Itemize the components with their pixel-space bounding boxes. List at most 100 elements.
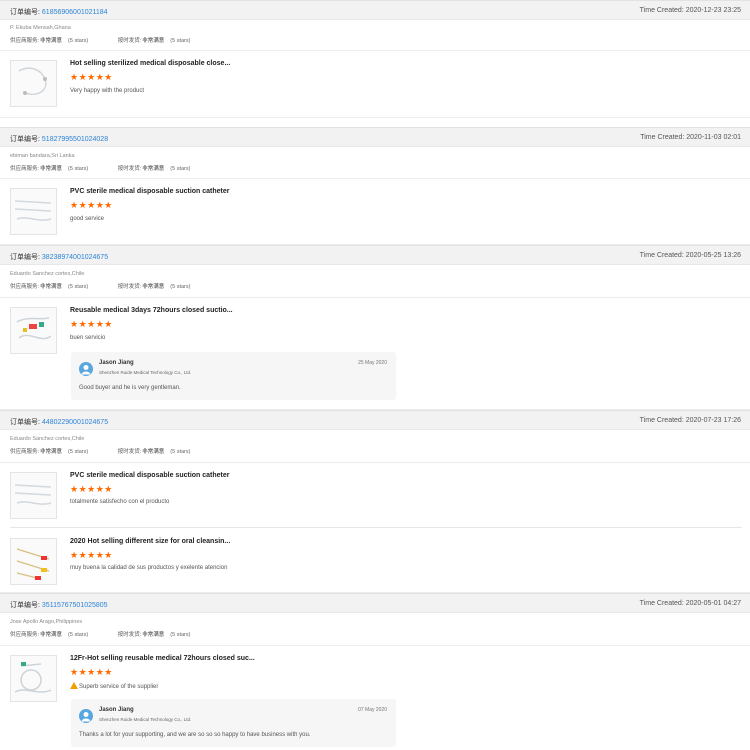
rating-summary: 供应商服务:非常满意 (5 stars) 按时发货:非常满意 (5 stars) — [10, 630, 190, 638]
order-number-label: 订单编号: — [10, 419, 40, 426]
order-number-row: 订单编号: 35115767501025805 — [10, 600, 108, 610]
warning-icon — [70, 682, 78, 689]
reply-author: Jason Jiang — [99, 707, 134, 713]
on-time-stars: (5 stars) — [170, 38, 191, 44]
divider — [10, 527, 742, 528]
supplier-service-value: 非常满意 — [40, 38, 63, 44]
supplier-service-value: 非常满意 — [40, 449, 63, 455]
order-header: 订单编号: 51827995501024028 Time Created: 20… — [0, 127, 750, 147]
product-image-icon[interactable] — [10, 472, 57, 519]
product-title-link[interactable]: PVC sterile medical disposable suction c… — [70, 472, 230, 479]
reply-text: Thanks a lot for your supporting, and we… — [79, 732, 311, 738]
review-comment: muy buena la calidad de sus productos y … — [70, 565, 228, 571]
on-time-stars: (5 stars) — [170, 166, 191, 172]
order-header: 订单编号: 61856906001021184 Time Created: 20… — [0, 0, 750, 20]
review-comment: Superb service of the supplier — [70, 682, 158, 690]
buyer-info: ebiman bandara,Sri Lanka — [10, 153, 75, 159]
order-number-row: 订单编号: 44802290001024675 — [10, 417, 108, 427]
avatar — [79, 709, 93, 723]
on-time-label: 按时发货: — [117, 166, 142, 172]
supplier-service-stars: (5 stars) — [68, 284, 89, 290]
on-time-label: 按时发货: — [117, 632, 142, 638]
order-number-link[interactable]: 51827995501024028 — [42, 136, 108, 143]
reply-date: 25 May 2020 — [358, 360, 387, 366]
order-number-label: 订单编号: — [10, 254, 40, 261]
buyer-info: Jose Apollo Arago,Philippines — [10, 619, 83, 625]
divider — [0, 645, 750, 646]
reply-author: Jason Jiang — [99, 360, 134, 366]
supplier-reply: Jason Jiang Shenzhen Ruide Medical Techn… — [71, 699, 396, 747]
supplier-service-label: 供应商服务: — [10, 38, 40, 44]
supplier-reply: Jason Jiang Shenzhen Ruide Medical Techn… — [71, 352, 396, 400]
order-number-row: 订单编号: 61856906001021184 — [10, 7, 108, 17]
product-title-link[interactable]: Hot selling sterilized medical disposabl… — [70, 60, 230, 67]
review-comment-text: Superb service of the supplier — [79, 684, 159, 690]
supplier-service-label: 供应商服务: — [10, 449, 40, 455]
order-number-link[interactable]: 38238974001024675 — [42, 254, 108, 261]
product-title-link[interactable]: Reusable medical 3days 72hours closed su… — [70, 307, 233, 314]
review-comment: good service — [70, 216, 105, 222]
time-created-value: 2020-05-25 13:26 — [685, 252, 741, 259]
order-number-row: 订单编号: 51827995501024028 — [10, 134, 108, 144]
order-number-link[interactable]: 44802290001024675 — [42, 419, 108, 426]
on-time-label: 按时发货: — [117, 449, 142, 455]
on-time-value: 非常满意 — [142, 449, 165, 455]
product-image-icon[interactable] — [10, 307, 57, 354]
on-time-value: 非常满意 — [142, 632, 165, 638]
review-comment: totalmente satisfecho con el producto — [70, 499, 170, 505]
reply-company: Shenzhen Ruide Medical Technology Co., L… — [99, 370, 192, 375]
product-rating-stars: ★★★★★ — [70, 550, 113, 560]
product-image-icon[interactable] — [10, 188, 57, 235]
rating-summary: 供应商服务:非常满意 (5 stars) 按时发货:非常满意 (5 stars) — [10, 36, 190, 44]
supplier-service-value: 非常满意 — [40, 632, 63, 638]
review-comment: Very happy with the product — [70, 88, 145, 94]
on-time-stars: (5 stars) — [170, 449, 191, 455]
order-number-label: 订单编号: — [10, 136, 40, 143]
on-time-value: 非常满意 — [142, 284, 165, 290]
supplier-service-stars: (5 stars) — [68, 166, 89, 172]
on-time-value: 非常满意 — [142, 166, 165, 172]
buyer-info: Eduardo Sanchez cortes,Chile — [10, 271, 85, 277]
on-time-value: 非常满意 — [142, 38, 165, 44]
supplier-service-label: 供应商服务: — [10, 284, 40, 290]
rating-summary: 供应商服务:非常满意 (5 stars) 按时发货:非常满意 (5 stars) — [10, 447, 190, 455]
divider — [0, 462, 750, 463]
time-created: Time Created: 2020-05-01 04:27 — [640, 600, 741, 607]
time-created-value: 2020-05-01 04:27 — [685, 600, 741, 607]
product-title-link[interactable]: 12Fr-Hot selling reusable medical 72hour… — [70, 655, 255, 662]
product-title-link[interactable]: PVC sterile medical disposable suction c… — [70, 188, 230, 195]
supplier-service-label: 供应商服务: — [10, 166, 40, 172]
order-number-label: 订单编号: — [10, 9, 40, 16]
time-created-value: 2020-11-03 02:01 — [686, 134, 741, 141]
reply-company: Shenzhen Ruide Medical Technology Co., L… — [99, 717, 192, 722]
reply-text: Good buyer and he is very gentleman. — [79, 385, 181, 391]
product-rating-stars: ★★★★★ — [70, 319, 113, 329]
product-title-link[interactable]: 2020 Hot selling different size for oral… — [70, 538, 230, 545]
product-image-icon[interactable] — [10, 60, 57, 107]
time-created: Time Created: 2020-12-23 23:25 — [640, 7, 741, 14]
supplier-service-stars: (5 stars) — [68, 632, 89, 638]
product-image-icon[interactable] — [10, 538, 57, 585]
order-number-row: 订单编号: 38238974001024675 — [10, 252, 108, 262]
on-time-stars: (5 stars) — [170, 284, 191, 290]
order-number-link[interactable]: 61856906001021184 — [42, 9, 108, 16]
time-created-value: 2020-12-23 23:25 — [685, 7, 741, 14]
buyer-info: P. Ekuba Mensah,Ghana — [10, 25, 71, 31]
time-created-label: Time Created: — [640, 134, 685, 141]
product-image-icon[interactable] — [10, 655, 57, 702]
supplier-service-label: 供应商服务: — [10, 632, 40, 638]
order-header: 订单编号: 38238974001024675 Time Created: 20… — [0, 245, 750, 265]
buyer-info: Eduardo Sanchez cortes,Chile — [10, 436, 85, 442]
supplier-service-value: 非常满意 — [40, 284, 63, 290]
order-header: 订单编号: 35115767501025805 Time Created: 20… — [0, 593, 750, 613]
reply-date: 07 May 2020 — [358, 707, 387, 713]
divider — [0, 297, 750, 298]
supplier-service-stars: (5 stars) — [68, 449, 89, 455]
supplier-service-value: 非常满意 — [40, 166, 63, 172]
rating-summary: 供应商服务:非常满意 (5 stars) 按时发货:非常满意 (5 stars) — [10, 282, 190, 290]
time-created: Time Created: 2020-11-03 02:01 — [640, 134, 741, 141]
order-number-link[interactable]: 35115767501025805 — [42, 602, 108, 609]
on-time-label: 按时发货: — [117, 284, 142, 290]
on-time-stars: (5 stars) — [170, 632, 191, 638]
time-created-label: Time Created: — [639, 7, 684, 14]
